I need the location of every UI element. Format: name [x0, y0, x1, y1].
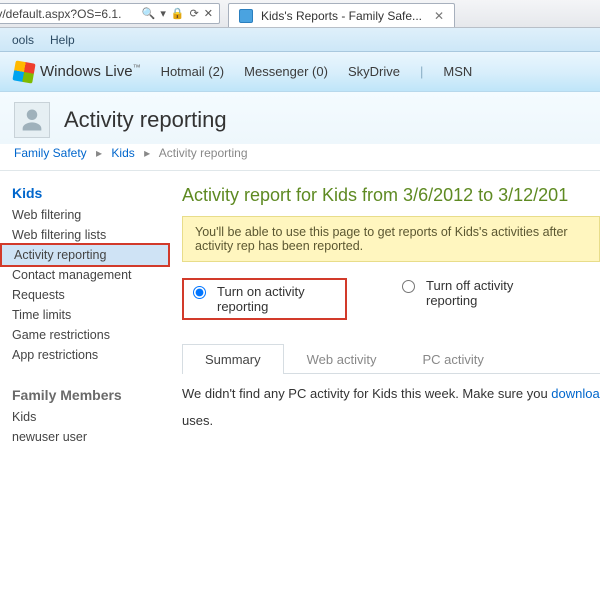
- chevron-right-icon: ▸: [138, 146, 156, 160]
- empty-state-text: We didn't find any PC activity for Kids …: [182, 386, 600, 401]
- chevron-right-icon: ▸: [90, 146, 108, 160]
- tab-summary[interactable]: Summary: [182, 344, 284, 374]
- menu-tools[interactable]: ools: [4, 30, 42, 50]
- address-url: /safety/default.aspx?OS=6.1.: [0, 7, 121, 21]
- radio-turn-off-label: Turn off activity reporting: [426, 278, 546, 308]
- sidebar-member-newuser: newuser user: [0, 427, 170, 447]
- tab-pc-activity[interactable]: PC activity: [399, 344, 506, 374]
- sidebar-item-time-limits: Time limits: [0, 305, 170, 325]
- browser-chrome: /safety/default.aspx?OS=6.1. 🔍 ▾ 🔒 ⟳ ✕ K…: [0, 0, 600, 28]
- nav-sep: |: [420, 64, 423, 79]
- address-icons: 🔍 ▾ 🔒 ⟳ ✕: [142, 7, 213, 20]
- report-tabs: Summary Web activity PC activity: [182, 344, 600, 374]
- sidebar-heading-kids[interactable]: Kids: [12, 185, 170, 201]
- page-title: Activity reporting: [64, 107, 227, 133]
- favicon-icon: [239, 9, 253, 23]
- radio-turn-off[interactable]: Turn off activity reporting: [397, 278, 546, 308]
- lock-icon: 🔒: [171, 7, 185, 20]
- sep-icon: ▾: [160, 7, 166, 20]
- tab-title: Kids's Reports - Family Safe...: [261, 9, 422, 23]
- empty-state-text-2: uses.: [182, 413, 600, 428]
- sidebar-member-kids: Kids: [0, 407, 170, 427]
- avatar: [14, 102, 50, 138]
- breadcrumb: Family Safety ▸ Kids ▸ Activity reportin…: [0, 144, 600, 171]
- sidebar: Kids Web filtering Web filtering lists A…: [0, 171, 170, 461]
- download-link[interactable]: download the Fa: [551, 386, 600, 401]
- sidebar-item-contact-management: Contact management: [0, 265, 170, 285]
- radio-turn-on[interactable]: Turn on activity reporting: [182, 278, 347, 320]
- nav-skydrive[interactable]: SkyDrive: [348, 64, 400, 79]
- sidebar-item-web-filtering-lists: Web filtering lists: [0, 225, 170, 245]
- tab-web-activity[interactable]: Web activity: [284, 344, 400, 374]
- nav-msn[interactable]: MSN: [443, 64, 472, 79]
- browser-tab[interactable]: Kids's Reports - Family Safe... ✕: [228, 3, 455, 27]
- windows-live-nav: Hotmail (2) Messenger (0) SkyDrive | MSN: [161, 64, 473, 79]
- sidebar-item-game-restrictions: Game restrictions: [0, 325, 170, 345]
- sidebar-item-requests: Requests: [0, 285, 170, 305]
- search-icon[interactable]: 🔍: [142, 7, 156, 20]
- report-heading: Activity report for Kids from 3/6/2012 t…: [182, 185, 600, 206]
- address-bar[interactable]: /safety/default.aspx?OS=6.1. 🔍 ▾ 🔒 ⟳ ✕: [0, 3, 220, 24]
- refresh-icon[interactable]: ⟳: [190, 7, 199, 20]
- crumb-kids[interactable]: Kids: [111, 146, 134, 160]
- crumb-family-safety[interactable]: Family Safety: [14, 146, 87, 160]
- windows-live-header: Windows Live™ Hotmail (2) Messenger (0) …: [0, 52, 600, 92]
- radio-turn-on-label: Turn on activity reporting: [217, 284, 337, 314]
- sidebar-heading-family: Family Members: [12, 387, 170, 403]
- radio-turn-off-input[interactable]: [402, 280, 415, 293]
- activity-toggle: Turn on activity reporting Turn off acti…: [182, 278, 600, 320]
- windows-live-logo[interactable]: Windows Live™: [14, 62, 141, 82]
- radio-turn-on-input[interactable]: [193, 286, 206, 299]
- stop-icon[interactable]: ✕: [204, 7, 213, 20]
- menu-help[interactable]: Help: [42, 30, 83, 50]
- windows-flag-icon: [14, 62, 34, 82]
- info-notice: You'll be able to use this page to get r…: [182, 216, 600, 262]
- crumb-current: Activity reporting: [159, 146, 248, 160]
- sidebar-list-kids: Web filtering Web filtering lists Activi…: [0, 205, 170, 365]
- nav-hotmail[interactable]: Hotmail (2): [161, 64, 225, 79]
- menu-bar: ools Help: [0, 28, 600, 52]
- nav-messenger[interactable]: Messenger (0): [244, 64, 328, 79]
- user-silhouette-icon: [18, 106, 46, 134]
- page-title-row: Activity reporting: [0, 92, 600, 144]
- sidebar-list-family: Kids newuser user: [0, 407, 170, 447]
- main-content: Activity report for Kids from 3/6/2012 t…: [170, 171, 600, 461]
- sidebar-item-web-filtering: Web filtering: [0, 205, 170, 225]
- tab-close-icon[interactable]: ✕: [434, 9, 444, 23]
- sidebar-item-activity-reporting: Activity reporting: [0, 243, 170, 267]
- sidebar-item-app-restrictions: App restrictions: [0, 345, 170, 365]
